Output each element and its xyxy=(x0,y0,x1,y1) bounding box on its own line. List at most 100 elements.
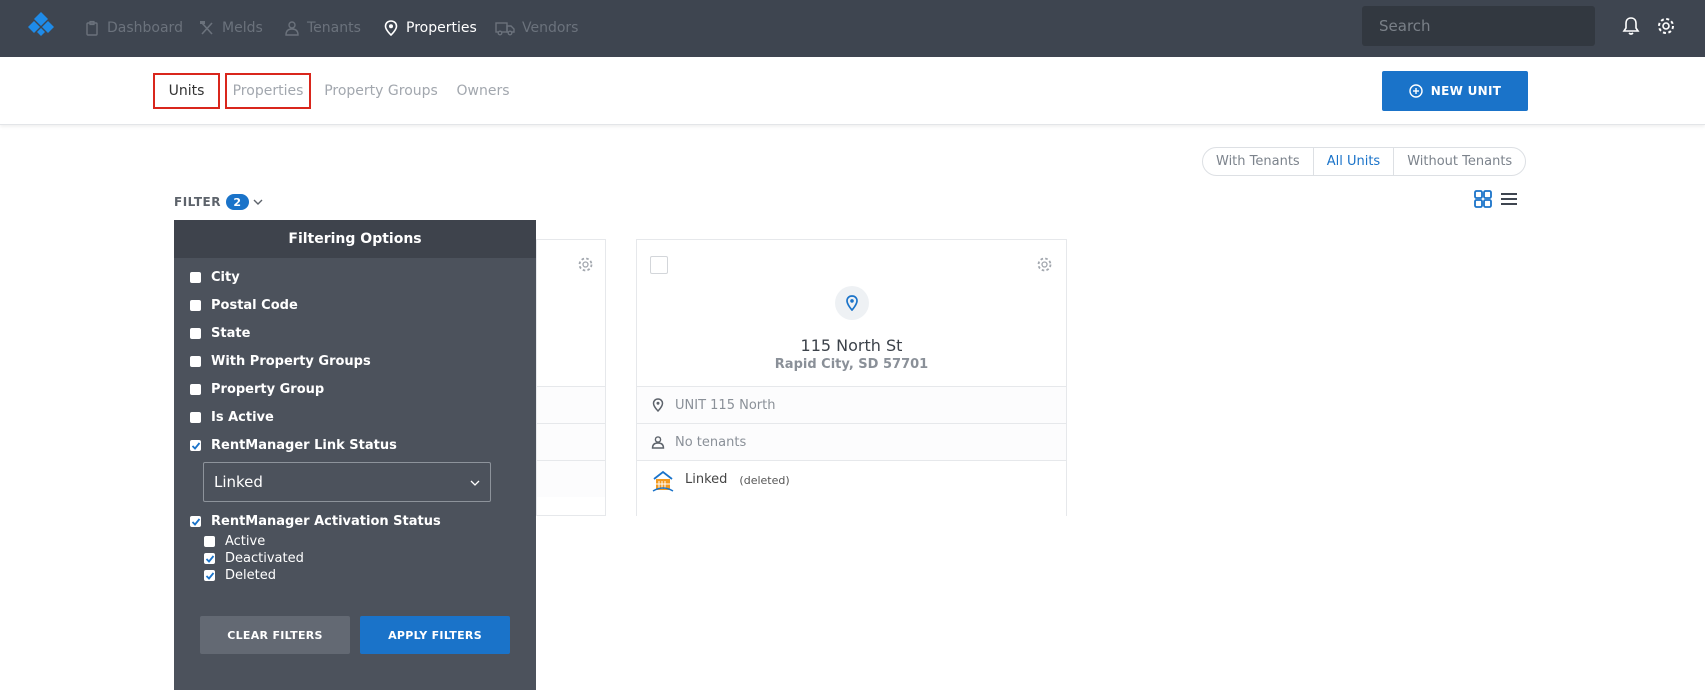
checkbox[interactable] xyxy=(190,384,201,395)
filter-option-activation-status[interactable]: RentManager Activation Status xyxy=(190,514,441,529)
link-status-select[interactable]: Linked xyxy=(203,462,491,502)
map-pin-icon xyxy=(846,295,858,311)
filter-label: FILTER xyxy=(174,195,221,209)
card-select-checkbox[interactable] xyxy=(650,256,668,274)
checkbox-checked[interactable] xyxy=(190,516,201,527)
nav-vendors[interactable]: Vendors xyxy=(495,18,578,38)
activation-option-active[interactable]: Active xyxy=(204,534,265,549)
filter-option-city[interactable]: City xyxy=(190,270,240,285)
filter-toggle[interactable]: FILTER 2 xyxy=(174,194,263,210)
card-link-status: (deleted) xyxy=(739,474,790,487)
truck-icon xyxy=(495,22,515,36)
nav-melds[interactable]: Melds xyxy=(199,18,263,38)
filter-option-label: City xyxy=(211,270,240,285)
filter-option-label: RentManager Link Status xyxy=(211,438,397,453)
filtering-options-panel: Filtering Options City Postal Code State… xyxy=(174,220,536,690)
card-unit-label: UNIT 115 North xyxy=(675,397,776,413)
new-unit-button[interactable]: NEW UNIT xyxy=(1382,71,1528,111)
tab-owners[interactable]: Owners xyxy=(457,73,510,109)
checkbox-checked[interactable] xyxy=(204,570,215,581)
filter-option-property-group[interactable]: Property Group xyxy=(190,382,324,397)
checkmark-icon xyxy=(205,554,214,563)
chevron-down-icon xyxy=(253,199,263,205)
card-row xyxy=(537,423,605,460)
nav-tenants[interactable]: Tenants xyxy=(284,18,361,38)
activation-option-deleted[interactable]: Deleted xyxy=(204,568,276,583)
gear-icon[interactable] xyxy=(1036,256,1053,273)
unit-card[interactable]: 115 North St Rapid City, SD 57701 UNIT 1… xyxy=(636,239,1067,516)
checkbox-checked[interactable] xyxy=(204,553,215,564)
card-row xyxy=(537,386,605,423)
property-street: 115 North St xyxy=(800,336,903,355)
checkbox[interactable] xyxy=(190,412,201,423)
nav-melds-label: Melds xyxy=(222,20,263,36)
card-row xyxy=(537,460,605,497)
filter-option-label: Is Active xyxy=(211,410,274,425)
filter-count-badge: 2 xyxy=(225,194,249,210)
tenant-filter-toggle: With Tenants All Units Without Tenants xyxy=(1202,147,1527,176)
rentmanager-logo-icon xyxy=(652,470,674,492)
chevron-down-icon xyxy=(470,480,480,486)
card-tenants-label: No tenants xyxy=(675,434,747,450)
plus-circle-icon xyxy=(1409,84,1423,98)
card-link-label: Linked xyxy=(685,472,728,487)
checkbox-checked[interactable] xyxy=(190,440,201,451)
filter-option-label: Property Group xyxy=(211,382,325,397)
activation-option-label: Deactivated xyxy=(225,551,304,566)
map-pin-icon xyxy=(652,398,664,412)
activation-option-deactivated[interactable]: Deactivated xyxy=(204,551,304,566)
checkbox[interactable] xyxy=(190,356,201,367)
checkbox[interactable] xyxy=(204,536,215,547)
nav-dashboard[interactable]: Dashboard xyxy=(84,18,183,38)
list-view-icon[interactable] xyxy=(1500,190,1518,208)
tab-units[interactable]: Units xyxy=(153,73,220,109)
checkmark-icon xyxy=(205,571,214,580)
bell-icon[interactable] xyxy=(1621,16,1641,36)
nav-tenants-label: Tenants xyxy=(307,20,361,36)
checkbox[interactable] xyxy=(190,272,201,283)
tab-property-groups[interactable]: Property Groups xyxy=(324,73,438,109)
person-icon xyxy=(651,436,665,449)
filter-option-postal-code[interactable]: Postal Code xyxy=(190,298,298,313)
link-status-value: Linked xyxy=(214,473,263,491)
clipboard-icon xyxy=(86,20,98,36)
gear-icon[interactable] xyxy=(577,256,594,273)
nav-dashboard-label: Dashboard xyxy=(107,20,183,36)
apply-filters-button[interactable]: APPLY FILTERS xyxy=(360,616,510,654)
clear-filters-button[interactable]: CLEAR FILTERS xyxy=(200,616,350,654)
new-unit-label: NEW UNIT xyxy=(1430,84,1502,98)
tools-icon xyxy=(200,21,213,35)
unit-card[interactable] xyxy=(536,239,606,516)
nav-properties[interactable]: Properties xyxy=(383,18,477,38)
nav-properties-label: Properties xyxy=(406,20,477,36)
activation-option-label: Deleted xyxy=(225,568,276,583)
toggle-without-tenants[interactable]: Without Tenants xyxy=(1394,148,1525,175)
gear-icon[interactable] xyxy=(1656,16,1676,36)
filter-option-label: Postal Code xyxy=(211,298,298,313)
tab-properties[interactable]: Properties xyxy=(225,73,311,109)
map-pin-icon xyxy=(384,20,398,36)
sub-navbar: Units Properties Property Groups Owners … xyxy=(0,57,1705,125)
checkbox[interactable] xyxy=(190,328,201,339)
toggle-all-units[interactable]: All Units xyxy=(1312,148,1395,175)
filter-option-state[interactable]: State xyxy=(190,326,250,341)
search-input[interactable]: Search xyxy=(1362,6,1595,46)
checkmark-icon xyxy=(191,517,200,526)
filter-option-label: RentManager Activation Status xyxy=(211,514,441,529)
checkmark-icon xyxy=(191,441,200,450)
filter-option-link-status[interactable]: RentManager Link Status xyxy=(190,438,397,453)
property-pin xyxy=(835,286,869,320)
person-icon xyxy=(285,21,299,36)
card-link-row: Linked (deleted) xyxy=(637,460,1066,516)
filter-option-is-active[interactable]: Is Active xyxy=(190,410,274,425)
panel-title: Filtering Options xyxy=(174,220,536,258)
grid-view-icon[interactable] xyxy=(1474,190,1492,208)
checkbox[interactable] xyxy=(190,300,201,311)
top-navbar: Dashboard Melds Tenants Properties Vendo… xyxy=(0,0,1705,57)
filter-option-with-property-groups[interactable]: With Property Groups xyxy=(190,354,371,369)
app-logo-icon[interactable] xyxy=(26,12,56,38)
filter-option-label: State xyxy=(211,326,251,341)
property-city-line: Rapid City, SD 57701 xyxy=(774,357,929,372)
toggle-with-tenants[interactable]: With Tenants xyxy=(1203,148,1313,175)
card-tenants-row: No tenants xyxy=(637,423,1066,460)
